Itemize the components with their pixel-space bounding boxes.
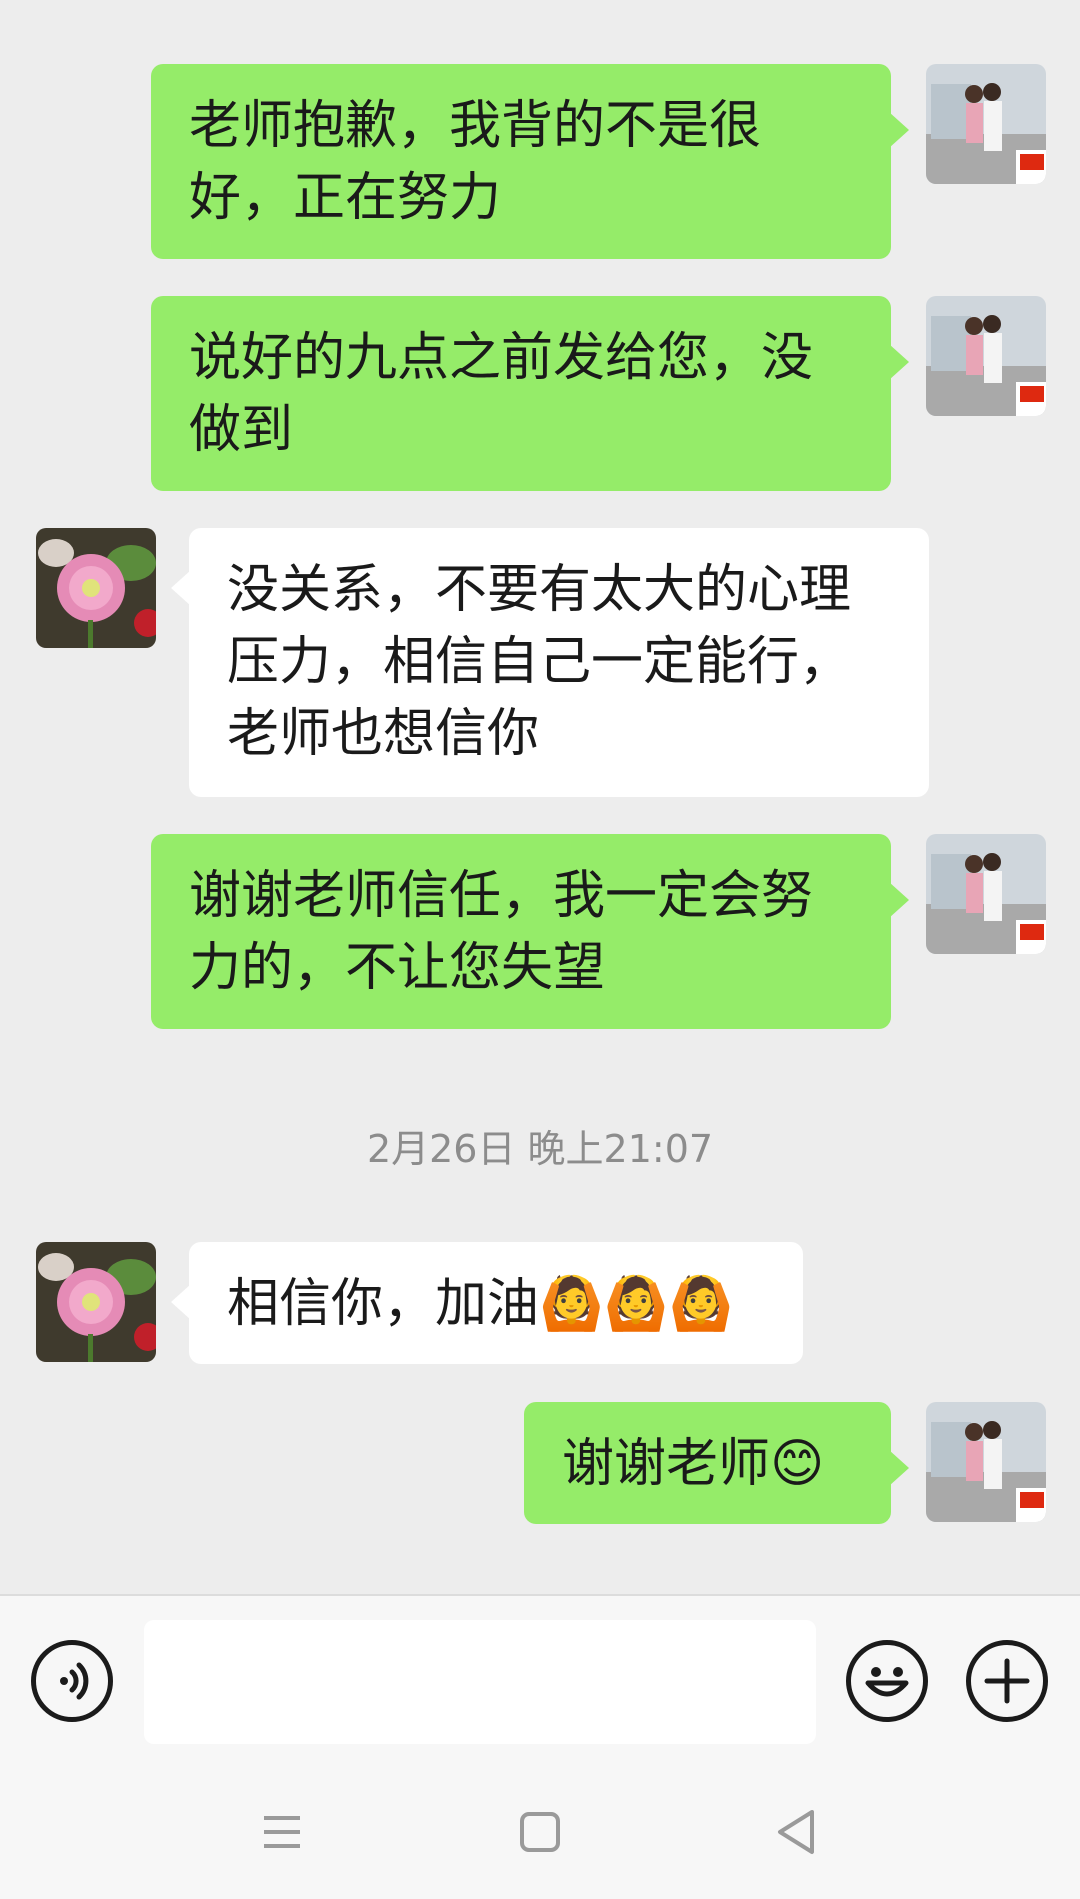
message-bubble-received[interactable]: 相信你，加油🙆🙆🙆 (171, 1242, 803, 1364)
message-bubble-received[interactable]: 没关系，不要有太大的心理压力，相信自己一定能行，老师也想信你 (171, 528, 929, 797)
smiley-icon (865, 1667, 909, 1697)
chat-timestamp: 2月26日 晚上21:07 (366, 1127, 714, 1171)
system-navigation-bar (0, 1764, 1080, 1899)
message-text: 谢谢老师😊 (562, 1434, 825, 1494)
input-bar (0, 1594, 1080, 1764)
message-text: 老师抱歉，我背的不是很好，正在努力 (189, 96, 762, 228)
message-text: 谢谢老师信任，我一定会努力的，不让您失望 (189, 866, 814, 998)
chat-area[interactable]: 老师抱歉，我背的不是很好，正在努力 说好的九点之前发给您，没做到 没关系，不要有… (0, 0, 1080, 1594)
emoji-button[interactable] (846, 1640, 928, 1722)
message-text: 说好的九点之前发给您，没做到 (189, 328, 814, 460)
message-text: 相信你，加油🙆🙆🙆 (227, 1274, 734, 1334)
more-button[interactable] (966, 1640, 1048, 1722)
contact-avatar[interactable] (36, 528, 156, 648)
self-avatar[interactable] (926, 1402, 1046, 1522)
plus-icon (984, 1658, 1030, 1704)
message-bubble-sent[interactable]: 说好的九点之前发给您，没做到 (151, 296, 909, 491)
self-avatar[interactable] (926, 64, 1046, 184)
menu-icon[interactable] (252, 1802, 312, 1862)
message-text: 没关系，不要有太大的心理压力，相信自己一定能行，老师也想信你 (227, 560, 852, 764)
voice-icon (60, 1662, 89, 1700)
back-triangle-icon[interactable] (766, 1802, 826, 1862)
message-bubble-sent[interactable]: 谢谢老师😊 (524, 1402, 909, 1524)
self-avatar[interactable] (926, 296, 1046, 416)
home-square-icon[interactable] (510, 1802, 570, 1862)
self-avatar[interactable] (926, 834, 1046, 954)
message-bubble-sent[interactable]: 老师抱歉，我背的不是很好，正在努力 (151, 64, 909, 259)
message-input[interactable] (144, 1620, 816, 1744)
contact-avatar[interactable] (36, 1242, 156, 1362)
message-bubble-sent[interactable]: 谢谢老师信任，我一定会努力的，不让您失望 (151, 834, 909, 1029)
voice-button[interactable] (31, 1640, 113, 1722)
